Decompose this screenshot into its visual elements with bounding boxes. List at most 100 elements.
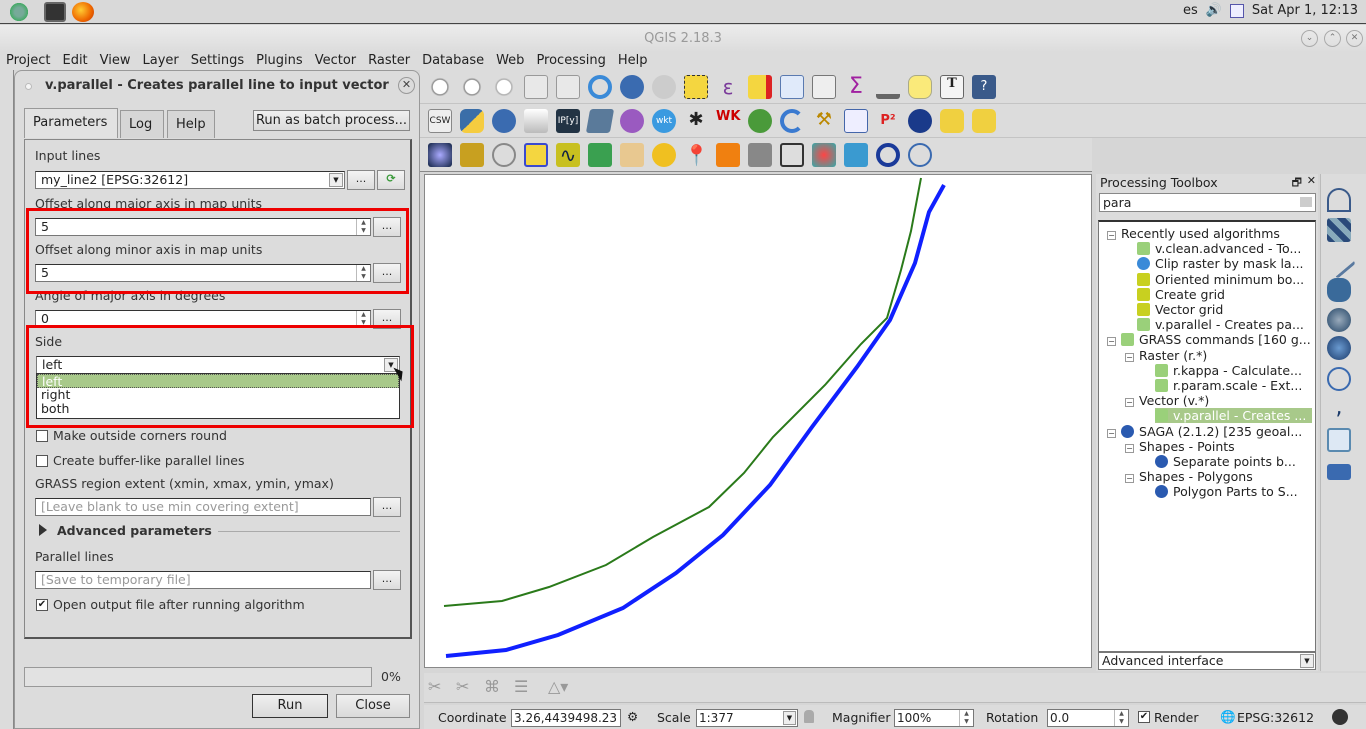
tree-item[interactable]: v.clean.advanced - To... — [1137, 241, 1301, 256]
zoom-next-icon[interactable] — [492, 74, 516, 99]
output-file-input[interactable]: [Save to temporary file] — [35, 571, 371, 589]
text-annotation-icon[interactable]: T — [940, 74, 964, 99]
identify-plus-icon[interactable] — [492, 108, 516, 133]
gears-icon[interactable] — [716, 142, 740, 167]
hotspot-icon[interactable] — [812, 142, 836, 167]
clear-search-icon[interactable] — [1300, 197, 1312, 207]
settings-plugin-icon[interactable] — [620, 108, 644, 133]
split-parts-icon[interactable]: ✂ — [456, 677, 469, 696]
buffer-like-checkbox[interactable] — [36, 455, 48, 467]
add-vector-layer-icon[interactable] — [1327, 188, 1351, 212]
cog-icon[interactable] — [876, 142, 900, 167]
statistics-sigma-icon[interactable]: Σ — [844, 74, 868, 99]
crs-status[interactable]: EPSG:32612 — [1237, 710, 1314, 725]
menu-vector[interactable]: Vector — [309, 52, 362, 70]
collapse-icon[interactable]: − — [1125, 474, 1134, 484]
toggle-extents-icon[interactable]: ⚙ — [627, 709, 638, 724]
offset-minor-input[interactable]: 5 ▲ ▼ — [35, 264, 371, 282]
add-wfs-layer-icon[interactable] — [1327, 367, 1351, 391]
tree-item[interactable]: r.kappa - Calculate... — [1155, 363, 1302, 378]
angle-input[interactable]: 0 ▲ ▼ — [35, 310, 371, 328]
tree-item[interactable]: Oriented minimum bo... — [1137, 272, 1304, 287]
minimize-button[interactable]: ⌄ — [1301, 30, 1318, 47]
tree-item[interactable]: v.parallel - Creates ... — [1155, 408, 1313, 424]
add-wms-layer-icon[interactable] — [1327, 336, 1351, 360]
tree-item[interactable]: Clip raster by mask la... — [1137, 256, 1304, 271]
heatmap-icon[interactable] — [620, 142, 644, 167]
window-close-button[interactable]: ✕ — [1346, 30, 1363, 47]
merge-features-icon[interactable]: ⌘ — [484, 677, 500, 696]
tree-item[interactable]: Separate points b... — [1155, 454, 1296, 469]
wkt-icon[interactable]: wkt — [652, 108, 676, 133]
algorithm-tree[interactable]: − Recently used algorithms v.clean.advance… — [1098, 220, 1316, 652]
menu-database[interactable]: Database — [416, 52, 490, 70]
rotate-point-symbols-icon[interactable]: △▾ — [548, 677, 568, 696]
select-by-expression-icon[interactable]: ε — [716, 75, 740, 99]
tree-item[interactable]: Create grid — [1137, 287, 1225, 302]
menu-plugins[interactable]: Plugins — [250, 52, 309, 70]
spider-icon[interactable]: ✱ — [684, 109, 708, 133]
tree-item[interactable]: Vector grid — [1137, 302, 1223, 317]
ipython-icon[interactable]: IP[y] — [556, 108, 580, 133]
measure-icon[interactable] — [876, 75, 900, 99]
side-option-right[interactable]: right — [37, 388, 399, 402]
close-panel-icon[interactable]: ✕ — [1307, 174, 1316, 187]
chevron-down-icon[interactable]: ▼ — [1300, 654, 1314, 668]
tab-parameters[interactable]: Parameters — [24, 108, 118, 138]
menu-web[interactable]: Web — [490, 52, 530, 70]
menu-view[interactable]: View — [94, 52, 137, 70]
map-tips-icon[interactable] — [908, 74, 932, 99]
undo-icon[interactable] — [780, 108, 804, 133]
points-grid-icon[interactable] — [588, 142, 612, 167]
geosearch-icon[interactable] — [908, 142, 932, 167]
grid-warp-icon[interactable] — [780, 142, 804, 167]
menu-settings[interactable]: Settings — [185, 52, 250, 70]
expand-arrow-icon[interactable] — [39, 524, 47, 536]
edit-icon[interactable] — [844, 108, 868, 133]
menu-launcher-icon[interactable] — [8, 2, 30, 22]
gray-layer-icon[interactable] — [748, 142, 772, 167]
lock-scale-icon[interactable] — [804, 710, 814, 723]
palm-icon[interactable] — [844, 142, 868, 167]
output-parallel-line[interactable] — [443, 177, 922, 607]
magnifier-plugin-icon[interactable] — [652, 142, 676, 167]
side-option-left[interactable]: left — [37, 374, 399, 389]
show-bookmarks-icon[interactable] — [556, 74, 580, 99]
sql-icon[interactable] — [492, 142, 516, 167]
field-calculator-icon[interactable] — [812, 74, 836, 99]
firefox-icon[interactable] — [72, 2, 94, 22]
crs-globe-icon[interactable]: 🌐 — [1220, 709, 1236, 725]
plugin-green-2-icon[interactable] — [972, 108, 996, 133]
tree-item[interactable]: r.param.scale - Ext... — [1155, 378, 1302, 393]
collapse-icon[interactable]: − — [1125, 443, 1134, 453]
network-icon[interactable] — [1229, 3, 1244, 18]
float-panel-icon[interactable]: 🗗 — [1292, 174, 1302, 193]
tree-group[interactable]: − Vector (v.*) — [1125, 393, 1209, 408]
menu-edit[interactable]: Edit — [56, 52, 93, 70]
angle-browse-button[interactable]: ... — [373, 309, 401, 329]
tree-group[interactable]: − GRASS commands [160 g... — [1107, 332, 1311, 347]
tree-group[interactable]: − SAGA (2.1.2) [235 geoal... — [1107, 424, 1302, 439]
maximize-button[interactable]: ⌃ — [1324, 30, 1341, 47]
offset-minor-spinner[interactable]: ▲ ▼ — [356, 265, 370, 281]
render-checkbox[interactable]: ✔ — [1138, 711, 1150, 723]
tree-group[interactable]: − Shapes - Polygons — [1125, 469, 1253, 484]
region-input[interactable]: [Leave blank to use min covering extent] — [35, 498, 371, 516]
collapse-icon[interactable]: − — [1125, 352, 1134, 362]
scale-select[interactable]: 1:377 ▼ — [696, 709, 798, 727]
curve-icon[interactable]: ∿ — [556, 142, 580, 167]
map-canvas[interactable] — [424, 174, 1092, 668]
menu-help[interactable]: Help — [612, 52, 654, 70]
wkt-tool-icon[interactable]: WK — [716, 109, 740, 133]
output-browse-button[interactable]: ... — [373, 570, 401, 590]
close-button[interactable]: Close — [336, 694, 410, 718]
rotation-input[interactable]: 0.0 ▲ ▼ — [1047, 709, 1129, 727]
zoom-full-icon[interactable] — [428, 74, 452, 99]
interface-select[interactable]: Advanced interface ▼ — [1098, 652, 1316, 670]
new-bookmark-icon[interactable] — [524, 74, 548, 99]
split-features-icon[interactable]: ✂ — [428, 677, 441, 696]
collapse-icon[interactable]: − — [1107, 428, 1116, 438]
dialog-close-button[interactable]: ✕ — [398, 77, 415, 94]
volume-icon[interactable]: 🔊 — [1206, 3, 1222, 18]
csw-icon[interactable]: CSW — [428, 108, 452, 133]
